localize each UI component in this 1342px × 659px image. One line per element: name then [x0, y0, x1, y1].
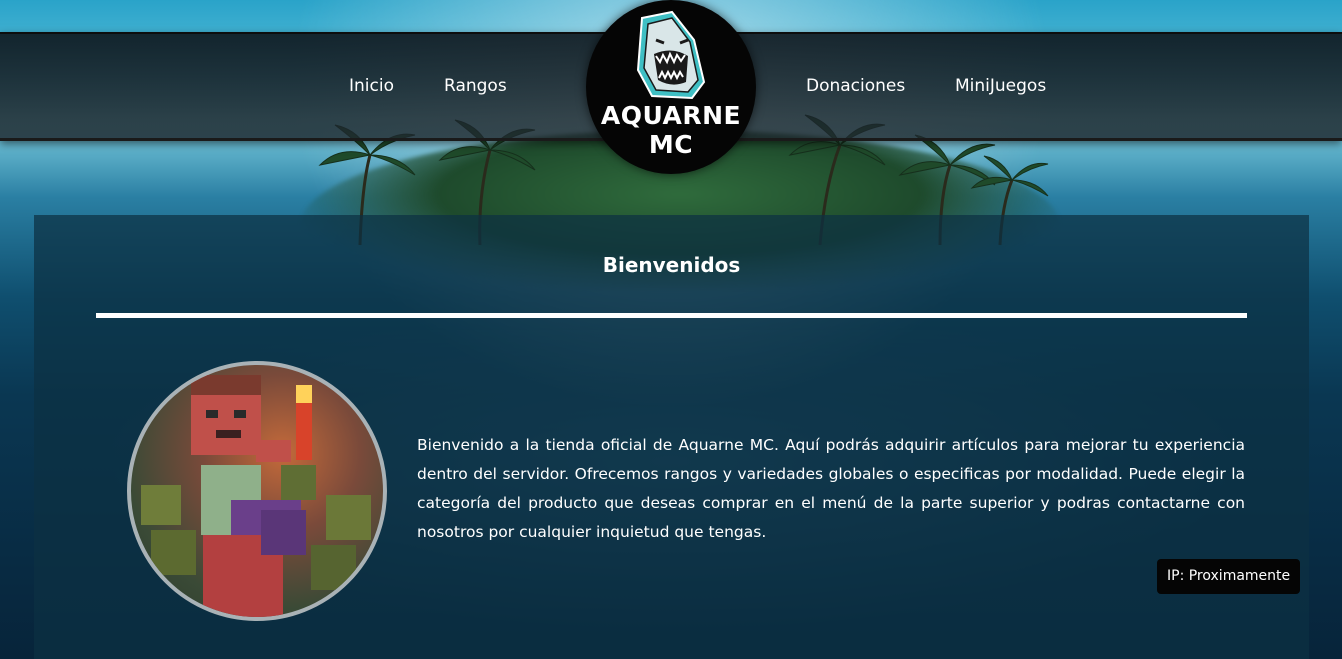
- welcome-description: Bienvenido a la tienda oficial de Aquarn…: [417, 436, 1245, 541]
- welcome-panel: Bienvenidos Bienvenido a la tienda ofici…: [34, 215, 1309, 659]
- nav-link-rangos[interactable]: Rangos: [444, 76, 507, 96]
- nav-link-donaciones[interactable]: Donaciones: [806, 76, 905, 96]
- avatar-art: [141, 375, 371, 617]
- minecraft-character-avatar: [127, 361, 387, 621]
- shark-icon: [636, 10, 706, 100]
- server-ip-badge: IP: Proximamente: [1157, 559, 1301, 594]
- nav-link-minijuegos[interactable]: MiniJuegos: [955, 76, 1046, 96]
- logo-title: AQUARNE MC: [600, 101, 742, 159]
- nav-link-inicio[interactable]: Inicio: [349, 76, 394, 96]
- title-divider: [96, 313, 1247, 318]
- site-logo[interactable]: AQUARNE MC: [586, 0, 756, 174]
- panel-title: Bienvenidos: [602, 253, 741, 277]
